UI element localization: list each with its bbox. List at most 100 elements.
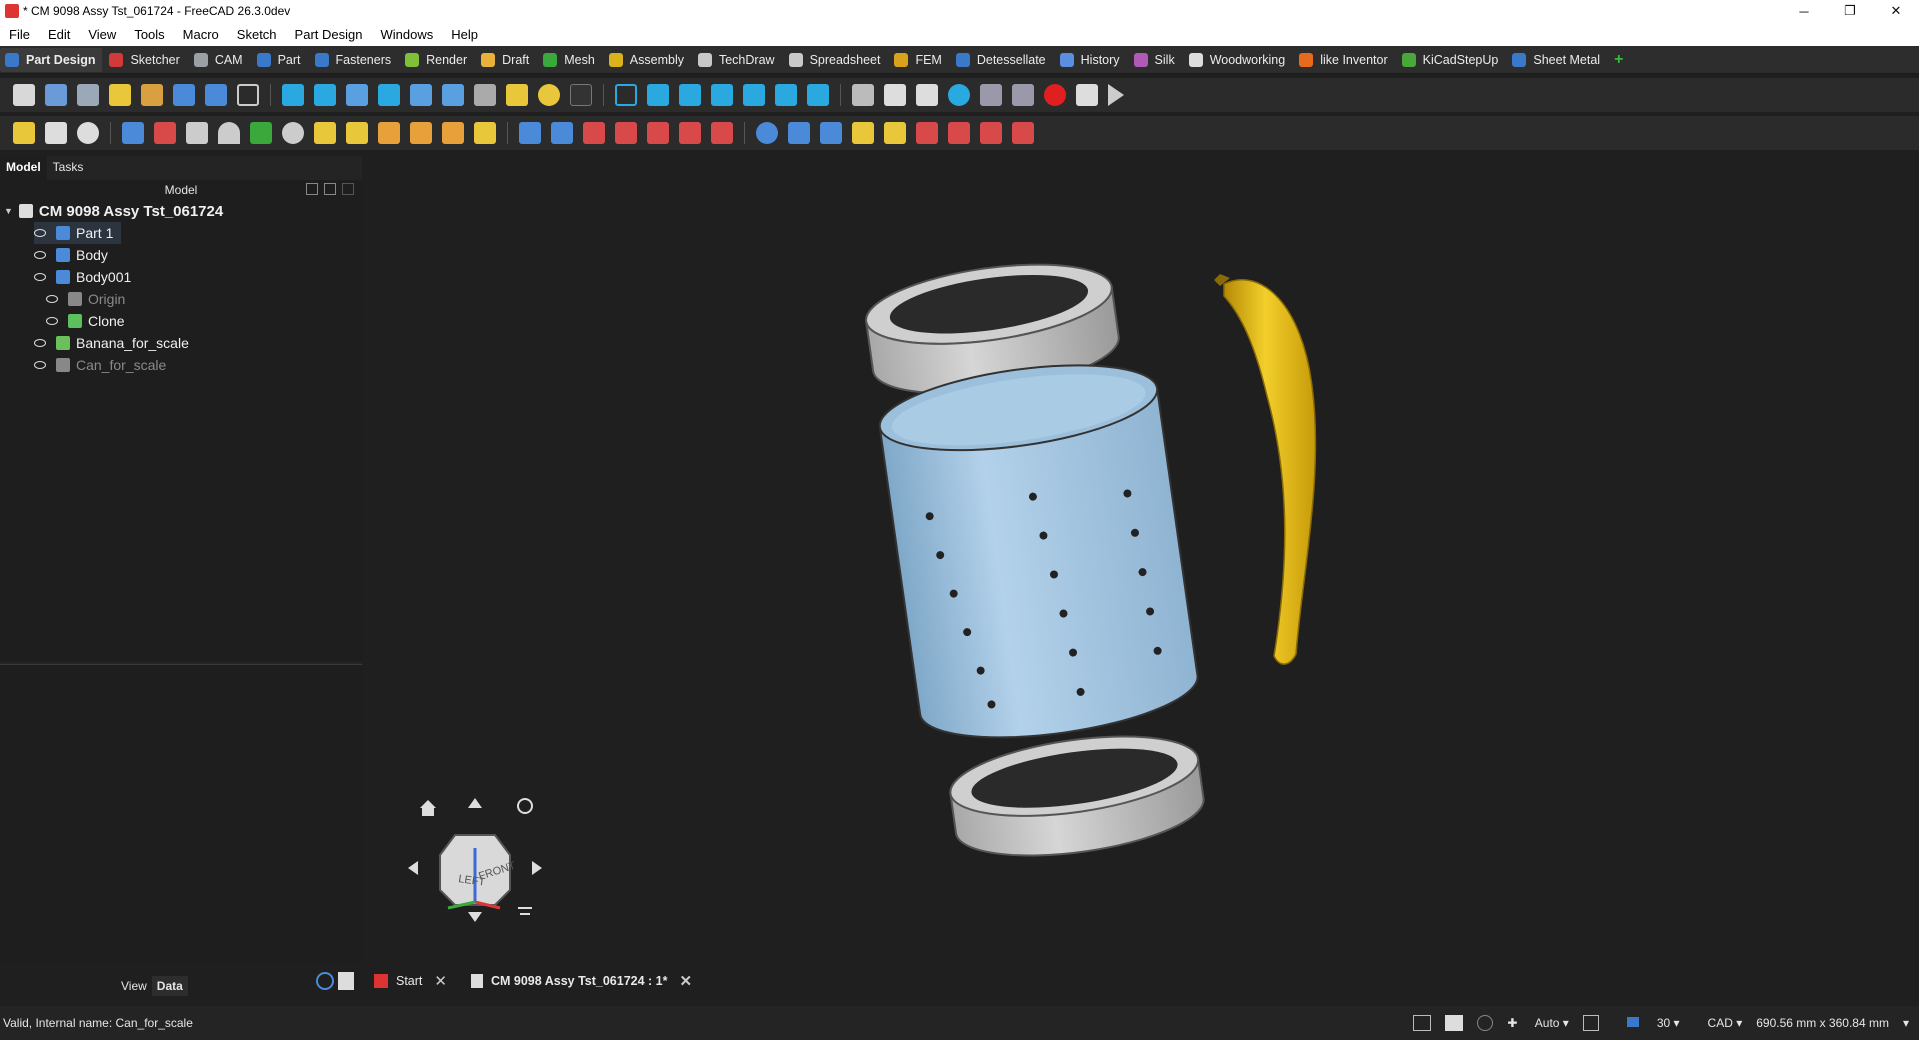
rotate-down-arrow-icon[interactable]	[468, 912, 482, 922]
create-sketch-icon[interactable]	[154, 122, 176, 144]
snap-icon[interactable]	[1445, 1015, 1464, 1031]
collapse-icon[interactable]	[306, 183, 318, 195]
menu-help[interactable]: Help	[442, 27, 487, 42]
rotate-right-arrow-icon[interactable]	[532, 861, 542, 875]
close-tab-icon[interactable]: ✕	[434, 972, 447, 990]
workbench-render[interactable]: Render	[400, 48, 474, 72]
macro-brackets-icon[interactable]	[237, 84, 259, 106]
dimensions-dropdown-icon[interactable]: ▾	[1903, 1016, 1909, 1030]
bounding-box-icon[interactable]	[378, 84, 400, 106]
stereo-icon[interactable]	[410, 84, 432, 106]
view-rear-icon[interactable]	[743, 84, 765, 106]
bottom-cap[interactable]	[945, 723, 1208, 869]
eye-hidden-icon[interactable]	[34, 361, 46, 369]
zoom-selection-icon[interactable]	[1012, 84, 1034, 106]
run-macro-icon[interactable]	[1108, 84, 1124, 106]
workbench-history[interactable]: History	[1055, 48, 1127, 72]
menu-tools[interactable]: Tools	[125, 27, 173, 42]
banana-model[interactable]	[1214, 274, 1317, 665]
record-macro-icon[interactable]	[1044, 84, 1066, 106]
thickness-icon[interactable]	[1012, 122, 1034, 144]
draw-style-icon[interactable]	[346, 84, 368, 106]
groove-icon[interactable]	[583, 122, 605, 144]
eye-icon[interactable]	[46, 317, 58, 325]
subtractive-primitive-icon[interactable]	[711, 122, 733, 144]
linear-pattern-icon[interactable]	[820, 122, 842, 144]
measure-icon[interactable]	[474, 84, 496, 106]
validate-sketch-icon[interactable]	[186, 122, 208, 144]
menu-windows[interactable]: Windows	[371, 27, 442, 42]
chevron-down-icon[interactable]: ▼	[4, 206, 13, 216]
selection-filter-icon[interactable]	[1477, 1015, 1494, 1031]
export-icon[interactable]	[205, 84, 227, 106]
view-top-icon[interactable]	[679, 84, 701, 106]
undo-icon[interactable]	[13, 122, 35, 144]
boolean-icon[interactable]	[756, 122, 778, 144]
view-menu-icon[interactable]	[442, 84, 464, 106]
view-left-icon[interactable]	[807, 84, 829, 106]
fillet-icon[interactable]	[916, 122, 938, 144]
dark-mode-icon[interactable]	[570, 84, 592, 106]
menu-sketch[interactable]: Sketch	[228, 27, 286, 42]
3d-scene[interactable]	[362, 156, 1919, 964]
polar-pattern-icon[interactable]	[852, 122, 874, 144]
open-folder-icon[interactable]	[173, 84, 195, 106]
workbench-silk[interactable]: Silk	[1129, 48, 1182, 72]
open-document-icon[interactable]	[45, 84, 67, 106]
workbench-assembly[interactable]: Assembly	[604, 48, 691, 72]
create-body-icon[interactable]	[122, 122, 144, 144]
loft-icon[interactable]	[378, 122, 400, 144]
tree-item-part-1[interactable]: Part 1	[34, 222, 122, 244]
moon-icon[interactable]	[538, 84, 560, 106]
view-bottom-icon[interactable]	[775, 84, 797, 106]
helix-icon[interactable]	[442, 122, 464, 144]
workbench-draft[interactable]: Draft	[476, 48, 536, 72]
subtractive-loft-icon[interactable]	[615, 122, 637, 144]
additive-primitive-icon[interactable]	[474, 122, 496, 144]
menu-part-design[interactable]: Part Design	[286, 27, 372, 42]
redo-icon[interactable]	[45, 122, 67, 144]
float-panel-icon[interactable]	[324, 183, 336, 195]
new-document-icon[interactable]	[13, 84, 35, 106]
workbench-fasteners[interactable]: Fasteners	[310, 48, 399, 72]
tree-item-clone[interactable]: Clone	[46, 310, 125, 332]
workbench-sketcher[interactable]: Sketcher	[104, 48, 186, 72]
tree-item-banana-for-scale[interactable]: Banana_for_scale	[34, 332, 189, 354]
rotate-up-arrow-icon[interactable]	[468, 798, 482, 808]
close-button[interactable]: ✕	[1873, 0, 1919, 22]
multi-transform-icon[interactable]	[884, 122, 906, 144]
console-icon[interactable]	[1582, 1015, 1599, 1031]
pipe-icon[interactable]	[410, 122, 432, 144]
subtractive-helix-icon[interactable]	[679, 122, 701, 144]
menu-macro[interactable]: Macro	[174, 27, 228, 42]
workbench-part-design[interactable]: Part Design	[0, 47, 103, 72]
doc-list-icon[interactable]	[338, 972, 354, 990]
workbench-kicadstepup[interactable]: KiCadStepUp	[1397, 48, 1506, 72]
view-isometric-icon[interactable]	[615, 84, 637, 106]
report-view-icon[interactable]	[1413, 1015, 1432, 1031]
edit-macro-icon[interactable]	[1076, 84, 1098, 106]
tab-start[interactable]: Start ✕	[364, 968, 457, 994]
zoom-level[interactable]: 30 ▾	[1613, 1016, 1680, 1030]
paste-icon[interactable]	[916, 84, 938, 106]
revolution-icon[interactable]	[346, 122, 368, 144]
add-workbench-button[interactable]: +	[1609, 48, 1630, 72]
refresh-icon[interactable]	[77, 122, 99, 144]
home-icon[interactable]	[420, 800, 436, 816]
workbench-woodworking[interactable]: Woodworking	[1184, 48, 1293, 72]
workbench-mesh[interactable]: Mesh	[538, 48, 602, 72]
recompute-icon[interactable]	[109, 84, 131, 106]
save-icon[interactable]	[77, 84, 99, 106]
tab-tasks[interactable]: Tasks	[47, 156, 90, 180]
tree-item-origin[interactable]: Origin	[46, 288, 125, 310]
can-body[interactable]	[875, 351, 1203, 752]
zoom-icon[interactable]	[948, 84, 970, 106]
light-icon[interactable]	[506, 84, 528, 106]
pocket-icon[interactable]	[519, 122, 541, 144]
clone-icon[interactable]	[218, 122, 240, 144]
tab-model[interactable]: Model	[0, 156, 47, 180]
rotate-left-arrow-icon[interactable]	[408, 861, 418, 875]
workbench-icon[interactable]	[141, 84, 163, 106]
view-front-icon[interactable]	[647, 84, 669, 106]
3d-viewport[interactable]: LEFT FRONT	[362, 156, 1919, 964]
